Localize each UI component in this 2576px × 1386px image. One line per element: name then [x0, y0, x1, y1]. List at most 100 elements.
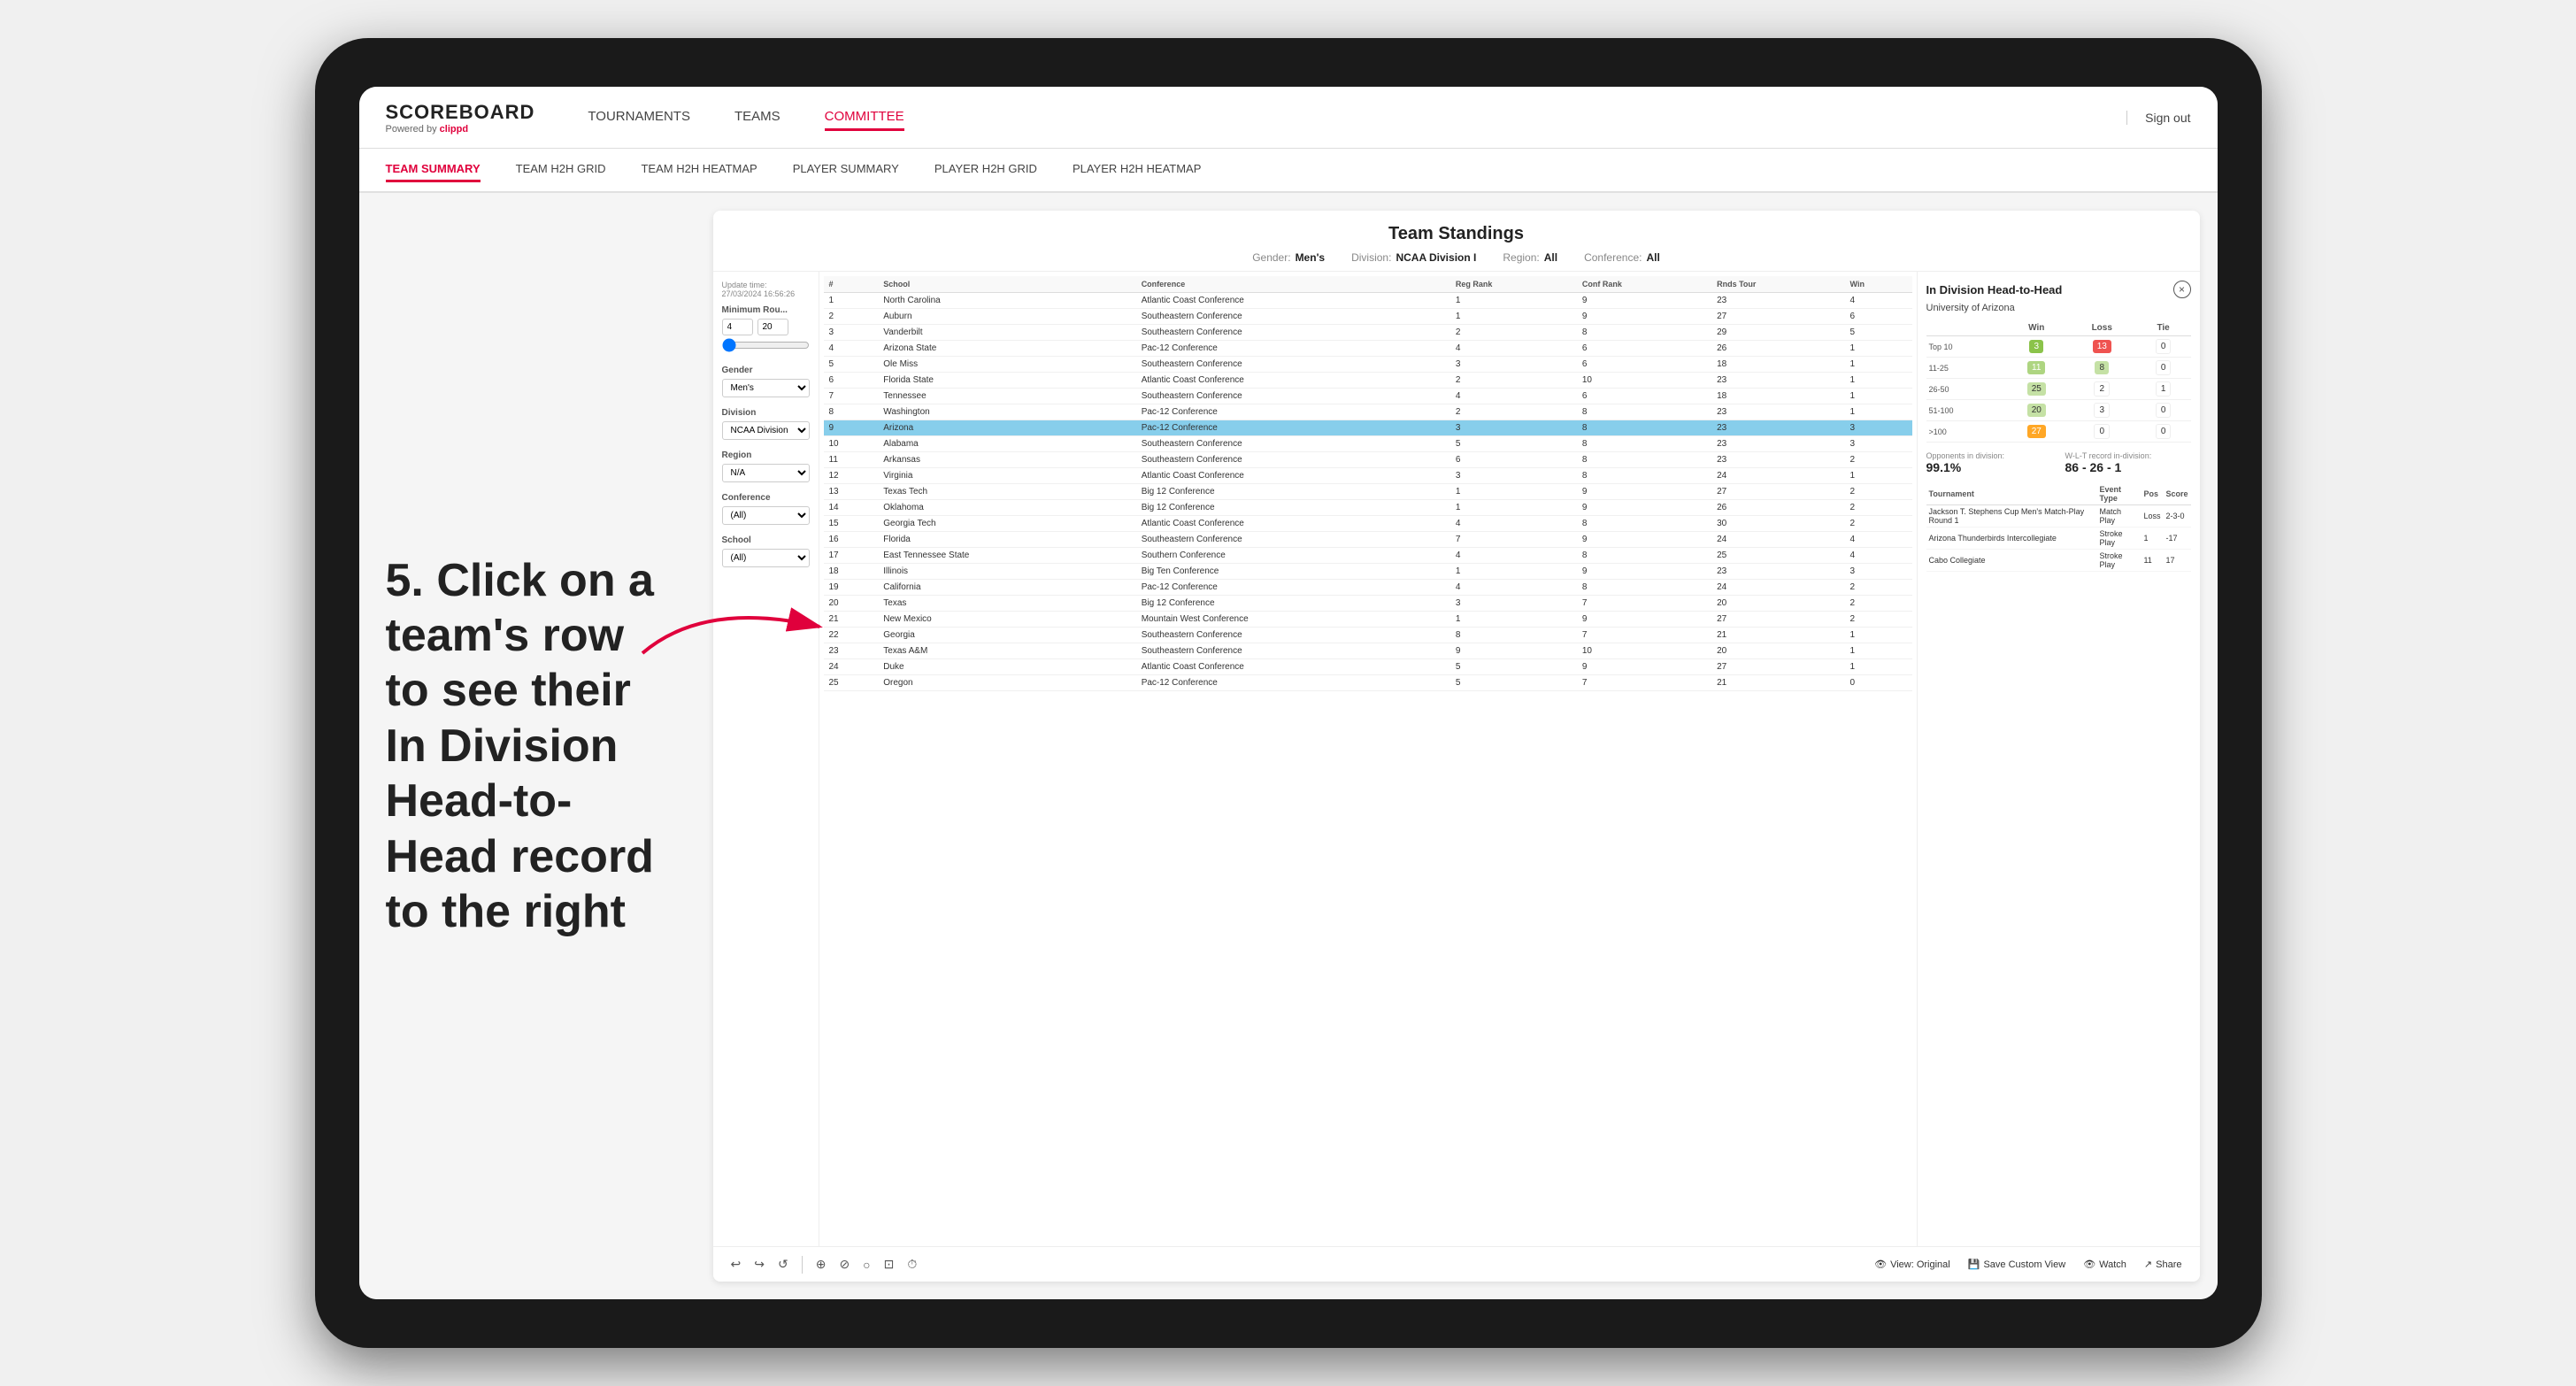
- min-rounds-slider[interactable]: [722, 338, 810, 352]
- cell-rank: 5: [824, 357, 879, 373]
- content-panel: Team Standings Gender: Men's Division: N…: [696, 193, 2218, 1299]
- remove-icon[interactable]: ⊘: [839, 1257, 850, 1272]
- table-row[interactable]: 12 Virginia Atlantic Coast Conference 3 …: [824, 468, 1912, 484]
- cell-reg-rank: 3: [1450, 596, 1577, 612]
- min-rounds-input[interactable]: [722, 319, 753, 335]
- sub-nav-team-h2h-grid[interactable]: TEAM H2H GRID: [516, 158, 606, 182]
- cell-school: Arizona: [878, 420, 1135, 436]
- col-win: Win: [1845, 276, 1912, 293]
- reset-icon[interactable]: ↺: [778, 1257, 788, 1272]
- cell-win: 4: [1845, 293, 1912, 309]
- table-row[interactable]: 19 California Pac-12 Conference 4 8 24 2: [824, 580, 1912, 596]
- table-row[interactable]: 51-100 20 3 0: [1926, 400, 2191, 421]
- table-row[interactable]: 10 Alabama Southeastern Conference 5 8 2…: [824, 436, 1912, 452]
- table-row[interactable]: >100 27 0 0: [1926, 421, 2191, 443]
- update-time: Update time: 27/03/2024 16:56:26: [722, 281, 810, 298]
- cell-school: Tennessee: [878, 389, 1135, 404]
- grid-icon[interactable]: ⊡: [884, 1257, 895, 1272]
- cell-win: 2: [1845, 516, 1912, 532]
- table-row[interactable]: Top 10 3 13 0: [1926, 336, 2191, 358]
- cell-reg-rank: 2: [1450, 373, 1577, 389]
- region-select[interactable]: N/A: [722, 464, 810, 482]
- view-original-button[interactable]: 👁 View: Original: [1874, 1259, 1950, 1270]
- undo-icon[interactable]: ↩: [731, 1257, 742, 1272]
- list-item[interactable]: Arizona Thunderbirds Intercollegiate Str…: [1926, 527, 2191, 550]
- cell-conference: Southeastern Conference: [1136, 643, 1450, 659]
- circle-icon[interactable]: ○: [863, 1258, 870, 1272]
- table-row[interactable]: 4 Arizona State Pac-12 Conference 4 6 26…: [824, 341, 1912, 357]
- table-row[interactable]: 13 Texas Tech Big 12 Conference 1 9 27 2: [824, 484, 1912, 500]
- list-item[interactable]: Jackson T. Stephens Cup Men's Match-Play…: [1926, 505, 2191, 527]
- view-original-label: View: Original: [1890, 1259, 1950, 1270]
- clock-icon[interactable]: ⏱: [907, 1257, 917, 1272]
- table-row[interactable]: 7 Tennessee Southeastern Conference 4 6 …: [824, 389, 1912, 404]
- sub-nav-player-h2h-heatmap[interactable]: PLAYER H2H HEATMAP: [1073, 158, 1201, 182]
- table-row[interactable]: 11-25 11 8 0: [1926, 358, 2191, 379]
- table-row[interactable]: 14 Oklahoma Big 12 Conference 1 9 26 2: [824, 500, 1912, 516]
- h2h-win-cell: 11: [2005, 358, 2068, 379]
- col-school: School: [878, 276, 1135, 293]
- table-row[interactable]: 18 Illinois Big Ten Conference 1 9 23 3: [824, 564, 1912, 580]
- cell-conf-rank: 8: [1577, 436, 1711, 452]
- cell-conference: Pac-12 Conference: [1136, 420, 1450, 436]
- cell-conf-rank: 9: [1577, 500, 1711, 516]
- conference-select[interactable]: (All): [722, 506, 810, 525]
- save-custom-view-button[interactable]: 💾 Save Custom View: [1968, 1259, 2065, 1270]
- sub-nav-player-summary[interactable]: PLAYER SUMMARY: [793, 158, 899, 182]
- table-row[interactable]: 16 Florida Southeastern Conference 7 9 2…: [824, 532, 1912, 548]
- col-rds: Rnds Tour: [1711, 276, 1844, 293]
- cell-school: Texas Tech: [878, 484, 1135, 500]
- standings-table: # School Conference Reg Rank Conf Rank R…: [824, 276, 1912, 691]
- table-row[interactable]: 8 Washington Pac-12 Conference 2 8 23 1: [824, 404, 1912, 420]
- table-row[interactable]: 11 Arkansas Southeastern Conference 6 8 …: [824, 452, 1912, 468]
- cell-school: Florida: [878, 532, 1135, 548]
- sign-out-button[interactable]: Sign out: [2126, 111, 2190, 125]
- cell-reg-rank: 1: [1450, 293, 1577, 309]
- sub-nav-team-h2h-heatmap[interactable]: TEAM H2H HEATMAP: [641, 158, 757, 182]
- nav-tournaments[interactable]: TOURNAMENTS: [588, 104, 690, 131]
- table-row[interactable]: 24 Duke Atlantic Coast Conference 5 9 27…: [824, 659, 1912, 675]
- watch-button[interactable]: 👁 Watch: [2083, 1259, 2126, 1270]
- panel-header: Team Standings Gender: Men's Division: N…: [713, 211, 2200, 272]
- redo-icon[interactable]: ↪: [754, 1257, 765, 1272]
- table-row[interactable]: 2 Auburn Southeastern Conference 1 9 27 …: [824, 309, 1912, 325]
- nav-teams[interactable]: TEAMS: [734, 104, 780, 131]
- h2h-tie-cell: 0: [2136, 421, 2191, 443]
- cell-school: Texas A&M: [878, 643, 1135, 659]
- table-row[interactable]: 25 Oregon Pac-12 Conference 5 7 21 0: [824, 675, 1912, 691]
- cell-rds: 23: [1711, 373, 1844, 389]
- table-row[interactable]: 21 New Mexico Mountain West Conference 1…: [824, 612, 1912, 628]
- list-item[interactable]: Cabo Collegiate Stroke Play 11 17: [1926, 550, 2191, 572]
- cell-conference: Southeastern Conference: [1136, 389, 1450, 404]
- h2h-close-button[interactable]: ×: [2173, 281, 2191, 298]
- nav-committee[interactable]: COMMITTEE: [825, 104, 904, 131]
- table-row[interactable]: 6 Florida State Atlantic Coast Conferenc…: [824, 373, 1912, 389]
- cell-conf-rank: 8: [1577, 404, 1711, 420]
- add-icon[interactable]: ⊕: [816, 1257, 827, 1272]
- table-row[interactable]: 23 Texas A&M Southeastern Conference 9 1…: [824, 643, 1912, 659]
- division-select[interactable]: NCAA Division I: [722, 421, 810, 440]
- min-rounds-max-input[interactable]: [757, 319, 788, 335]
- filter-section-gender: Gender Men's: [722, 366, 810, 397]
- filter-region-value: All: [1544, 251, 1557, 264]
- gender-select[interactable]: Men's: [722, 379, 810, 397]
- share-button[interactable]: ↗ Share: [2144, 1259, 2182, 1270]
- sub-nav-team-summary[interactable]: TEAM SUMMARY: [386, 158, 481, 182]
- table-row[interactable]: 26-50 25 2 1: [1926, 379, 2191, 400]
- eye-icon: 👁: [1874, 1259, 1887, 1270]
- table-row[interactable]: 1 North Carolina Atlantic Coast Conferen…: [824, 293, 1912, 309]
- cell-rds: 27: [1711, 612, 1844, 628]
- table-row[interactable]: 15 Georgia Tech Atlantic Coast Conferenc…: [824, 516, 1912, 532]
- col-conf-rank: Conf Rank: [1577, 276, 1711, 293]
- table-row[interactable]: 3 Vanderbilt Southeastern Conference 2 8…: [824, 325, 1912, 341]
- cell-rank: 7: [824, 389, 879, 404]
- tournament-type: Match Play: [2097, 505, 2142, 527]
- table-row[interactable]: 5 Ole Miss Southeastern Conference 3 6 1…: [824, 357, 1912, 373]
- school-select[interactable]: (All): [722, 549, 810, 567]
- table-row[interactable]: 17 East Tennessee State Southern Confere…: [824, 548, 1912, 564]
- table-row[interactable]: 9 Arizona Pac-12 Conference 3 8 23 3: [824, 420, 1912, 436]
- table-row[interactable]: 22 Georgia Southeastern Conference 8 7 2…: [824, 628, 1912, 643]
- cell-win: 4: [1845, 532, 1912, 548]
- table-row[interactable]: 20 Texas Big 12 Conference 3 7 20 2: [824, 596, 1912, 612]
- sub-nav-player-h2h-grid[interactable]: PLAYER H2H GRID: [934, 158, 1037, 182]
